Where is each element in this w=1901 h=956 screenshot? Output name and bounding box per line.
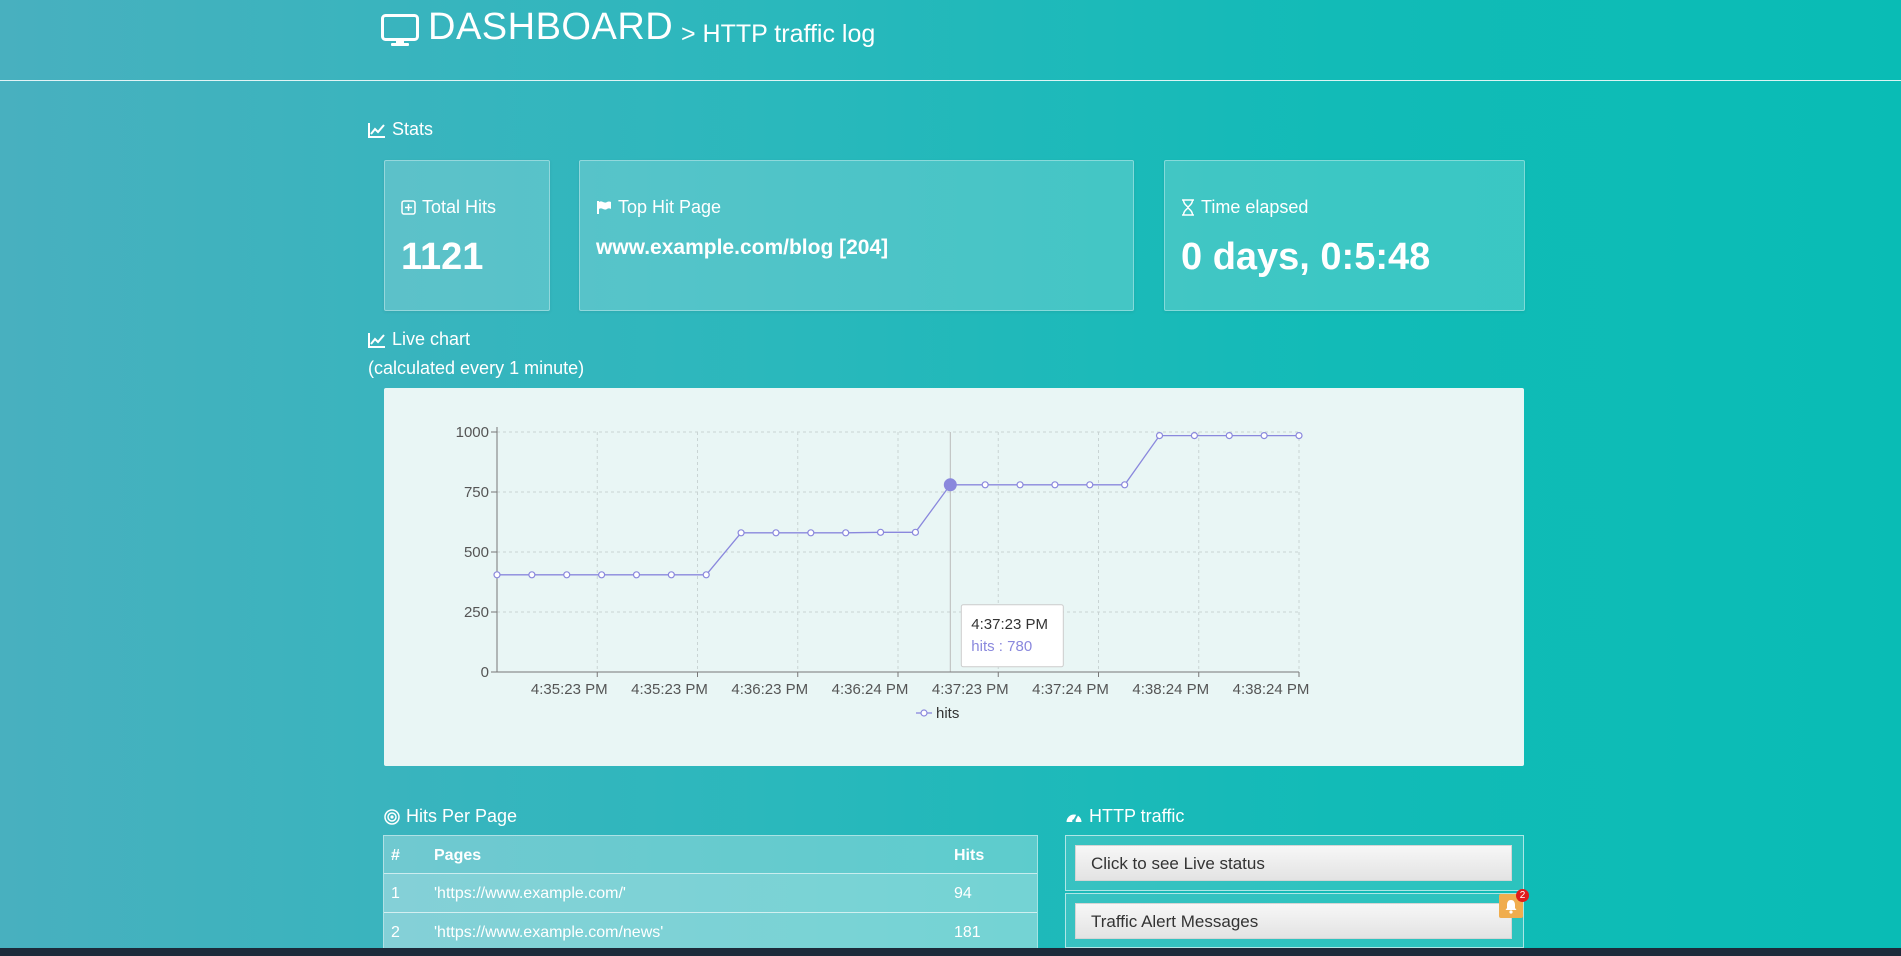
x-tick-label: 4:36:23 PM [731,681,808,698]
page-subtitle: > HTTP traffic log [681,20,876,48]
page-header: DASHBOARD > HTTP traffic log [0,0,1901,81]
y-tick-label: 1000 [456,424,489,441]
row-page: 'https://www.example.com/' [434,885,626,902]
hits-data-point [1295,431,1303,440]
live-chart-label: Live chart [392,329,471,349]
hits-data-point [1190,431,1198,440]
line-chart-icon [368,122,385,138]
hits-data-point [807,529,815,537]
hits-data-point [842,529,850,537]
time-elapsed-label: Time elapsed [1201,197,1309,217]
hits-data-point [1155,431,1164,440]
http-traffic-heading: HTTP traffic [1065,806,1184,827]
x-tick-label: 4:38:24 PM [1233,681,1310,698]
hits-per-page-label: Hits Per Page [406,806,518,826]
hits-data-point [911,528,920,536]
top-hit-page-value: www.example.com/blog [204] [596,236,889,259]
table-row: 1 'https://www.example.com/' 94 [384,874,1037,913]
time-elapsed-label-row: Time elapsed [1181,197,1308,218]
http-traffic-label: HTTP traffic [1089,806,1185,826]
monitor-icon [381,14,419,46]
speedometer-icon [1066,814,1082,823]
legend-label: hits [936,705,959,722]
hits-data-point [598,571,606,579]
hits-data-point [667,571,675,579]
legend-marker [920,709,928,717]
total-hits-card: Total Hits 1121 [384,160,550,311]
hits-data-point [632,571,641,579]
hits-data-point [876,528,885,536]
hits-data-point [737,529,745,537]
plus-square-icon [401,200,416,215]
y-tick-label: 0 [481,664,489,681]
hits-data-point [1016,481,1024,489]
table-row: 2 'https://www.example.com/news' 181 [384,913,1037,952]
hits-data-point [1086,481,1094,489]
bell-icon [1505,899,1517,914]
top-hit-page-label-row: Top Hit Page [596,197,721,218]
total-hits-label-row: Total Hits [401,197,496,218]
hits-data-point [772,529,780,537]
time-elapsed-value: 0 days, 0:5:48 [1181,236,1431,278]
x-tick-label: 4:36:24 PM [832,681,909,698]
column-header-hits: Hits [954,847,985,864]
y-tick-label: 250 [464,604,489,621]
hits-data-point [1051,481,1059,489]
row-hits: 181 [954,924,981,941]
hits-data-point [1225,431,1233,440]
row-hits: 94 [954,885,972,902]
row-index: 2 [391,924,400,941]
column-header-pages: Pages [434,847,482,864]
flag-icon [597,201,611,214]
hits-per-page-table: # Pages Hits 1 'https://www.example.com/… [383,835,1038,953]
hits-data-point [1260,431,1268,440]
target-icon [384,808,400,825]
chart-tooltip [960,604,1064,668]
time-elapsed-card: Time elapsed 0 days, 0:5:48 [1164,160,1525,311]
hits-data-point [702,571,710,579]
x-tick-label: 4:38:24 PM [1132,681,1209,698]
hits-data-point [493,571,501,579]
tooltip-value: hits : 780 [971,638,1032,655]
hits-data-point [528,571,536,579]
table-header-row: # Pages Hits [384,836,1037,874]
x-tick-label: 4:37:24 PM [1032,681,1109,698]
top-hit-page-card: Top Hit Page www.example.com/blog [204] [579,160,1134,311]
y-tick-label: 500 [464,544,489,561]
hits-data-point [563,571,571,579]
stats-heading: Stats [368,119,433,140]
x-tick-label: 4:35:23 PM [531,681,608,698]
live-status-panel: Click to see Live status [1065,835,1524,891]
total-hits-value: 1121 [401,236,484,278]
traffic-alerts-button[interactable]: Traffic Alert Messages [1075,903,1512,939]
page-title: DASHBOARD [428,6,674,48]
traffic-alerts-panel: Traffic Alert Messages 2 [1065,889,1529,948]
top-hit-page-label: Top Hit Page [618,197,722,217]
hits-per-page-heading: Hits Per Page [384,806,517,827]
row-page: 'https://www.example.com/news' [434,924,664,941]
alert-count-badge: 2 [1516,889,1529,902]
live-chart-note: (calculated every 1 minute) [368,358,585,378]
y-tick-label: 750 [464,484,489,501]
os-taskbar [0,948,1901,956]
x-tick-label: 4:35:23 PM [631,681,708,698]
live-status-button[interactable]: Click to see Live status [1075,845,1512,881]
column-header-index: # [391,847,400,864]
hits-line-chart[interactable]: 0 250 500 750 1000 4:35:23 PM 4:35:23 PM 4:36:2… [384,388,1524,766]
line-chart-icon [368,332,385,348]
hits-data-point-active [943,478,957,492]
tooltip-time: 4:37:23 PM [971,616,1048,633]
stats-heading-label: Stats [392,119,434,139]
hits-data-point [981,481,989,489]
live-chart-heading: Live chart [368,329,470,350]
hourglass-icon [1182,199,1194,216]
x-tick-label: 4:37:23 PM [932,681,1009,698]
hits-data-point [1121,481,1129,489]
live-chart-panel: 0 250 500 750 1000 4:35:23 PM 4:35:23 PM 4:36:2… [384,388,1524,766]
total-hits-label: Total Hits [422,197,497,217]
row-index: 1 [391,885,400,902]
